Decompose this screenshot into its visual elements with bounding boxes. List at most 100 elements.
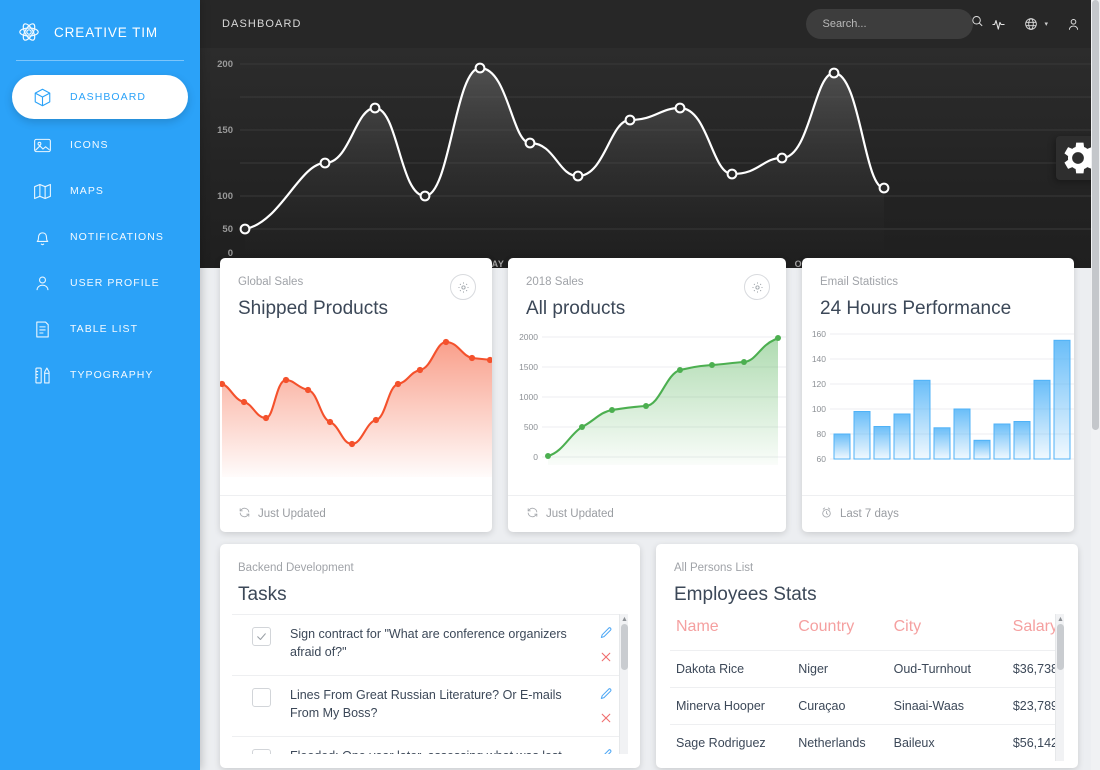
table-row[interactable]: Minerva Hooper Curaçao Sinaai-Waas $23,7… bbox=[670, 687, 1064, 725]
sidebar-item-maps[interactable]: MAPS bbox=[12, 169, 188, 213]
card-footer-text: Just Updated bbox=[546, 508, 614, 520]
svg-text:100: 100 bbox=[812, 404, 826, 414]
sidebar-item-dashboard[interactable]: DASHBOARD bbox=[12, 75, 188, 119]
card-title: Tasks bbox=[238, 584, 287, 605]
column-header-country[interactable]: Country bbox=[792, 614, 887, 651]
task-text: Sign contract for "What are conference o… bbox=[290, 627, 567, 659]
sidebar-item-table-list[interactable]: TABLE LIST bbox=[12, 307, 188, 351]
sidebar-item-icons[interactable]: ICONS bbox=[12, 123, 188, 167]
scrollbar-thumb[interactable] bbox=[621, 624, 628, 670]
cell-name: Dakota Rice bbox=[670, 650, 793, 688]
sidebar-item-label: NOTIFICATIONS bbox=[70, 231, 164, 243]
area-fill bbox=[548, 338, 778, 465]
chevron-down-icon[interactable]: ▾ bbox=[1044, 21, 1048, 28]
card-body: Sign contract for "What are conference o… bbox=[220, 608, 640, 768]
cell-city: Baileux bbox=[887, 724, 996, 761]
card-footer: Just Updated bbox=[220, 495, 492, 532]
search-icon[interactable] bbox=[970, 14, 985, 34]
page-scrollbar[interactable] bbox=[1091, 0, 1100, 770]
column-header-salary[interactable]: Salary bbox=[995, 614, 1064, 651]
pulse-icon[interactable] bbox=[987, 13, 1009, 35]
tasks-scrollbar[interactable]: ▲ bbox=[619, 614, 628, 754]
card-subtitle: All Persons List bbox=[674, 562, 754, 574]
task-checkbox-cell bbox=[232, 625, 290, 646]
page-title: DASHBOARD bbox=[222, 18, 302, 30]
search-box[interactable] bbox=[806, 9, 983, 39]
gear-icon bbox=[751, 281, 763, 293]
scrollbar-thumb[interactable] bbox=[1057, 624, 1064, 670]
edit-icon[interactable] bbox=[598, 625, 614, 641]
table-header-row: Name Country City Salary bbox=[670, 614, 1064, 651]
task-row[interactable]: Sign contract for "What are conference o… bbox=[232, 614, 628, 675]
svg-text:2000: 2000 bbox=[519, 332, 538, 342]
card-settings-button[interactable] bbox=[450, 274, 476, 300]
svg-text:80: 80 bbox=[817, 429, 827, 439]
card-header: All Persons List Employees Stats bbox=[656, 544, 1078, 608]
task-row[interactable]: Flooded: One year later, assessing what … bbox=[232, 736, 628, 754]
card-settings-button[interactable] bbox=[744, 274, 770, 300]
employees-table-wrap[interactable]: Name Country City Salary Dakota Rice Nig… bbox=[670, 614, 1064, 761]
cell-country: Curaçao bbox=[792, 687, 888, 725]
charts-row: Global Sales Shipped Products Just Updat… bbox=[220, 258, 1080, 532]
card-footer-text: Last 7 days bbox=[840, 508, 899, 520]
sidebar-nav: DASHBOARD ICONS MAPS NOTIFICATIONS USER … bbox=[0, 75, 200, 397]
scroll-up-arrow-icon[interactable]: ▲ bbox=[620, 616, 628, 623]
table-row[interactable]: Dakota Rice Niger Oud-Turnhout $36,738 bbox=[670, 650, 1064, 688]
cell-country: Niger bbox=[792, 650, 888, 688]
cell-name: Sage Rodriguez bbox=[670, 724, 793, 761]
refresh-icon bbox=[526, 506, 539, 522]
sidebar-item-user-profile[interactable]: USER PROFILE bbox=[12, 261, 188, 305]
card-body: Name Country City Salary Dakota Rice Nig… bbox=[656, 608, 1078, 768]
clock-icon bbox=[820, 506, 833, 522]
card-title: Employees Stats bbox=[674, 584, 817, 605]
card-header: 2018 Sales All products bbox=[508, 258, 786, 322]
task-checkbox[interactable] bbox=[251, 688, 271, 707]
task-checkbox[interactable] bbox=[251, 749, 271, 754]
card-body bbox=[220, 322, 492, 495]
lower-row: Backend Development Tasks Sign contract … bbox=[220, 544, 1080, 768]
hero-chart-svg: 200 150 100 50 0 JAN FEB MAR APR MAY JUN… bbox=[217, 59, 1100, 268]
card-footer: Just Updated bbox=[508, 495, 786, 532]
email-statistics-chart: 160 140 120 100 80 60 bbox=[812, 329, 1074, 464]
task-row[interactable]: Lines From Great Russian Literature? Or … bbox=[232, 675, 628, 736]
cell-city: Sinaai-Waas bbox=[887, 687, 996, 725]
brand-name: CREATIVE TIM bbox=[54, 24, 159, 40]
card-employees-stats: All Persons List Employees Stats Name Co… bbox=[656, 544, 1078, 768]
scroll-up-arrow-icon[interactable]: ▲ bbox=[1056, 616, 1064, 623]
search-input[interactable] bbox=[822, 18, 965, 30]
brand[interactable]: CREATIVE TIM bbox=[0, 8, 200, 56]
column-header-city[interactable]: City bbox=[888, 614, 995, 651]
task-checkbox[interactable] bbox=[251, 627, 271, 646]
all-products-chart: 2000 1500 1000 500 0 bbox=[519, 332, 786, 465]
column-header-name[interactable]: Name bbox=[670, 614, 792, 651]
close-icon[interactable] bbox=[598, 649, 614, 665]
card-footer: Last 7 days bbox=[802, 495, 1074, 532]
task-text: Flooded: One year later, assessing what … bbox=[290, 747, 584, 754]
refresh-icon bbox=[238, 506, 251, 522]
table-row[interactable]: Sage Rodriguez Netherlands Baileux $56,1… bbox=[670, 724, 1064, 761]
atom-icon bbox=[18, 21, 40, 43]
topbar: DASHBOARD Search... ▾ bbox=[200, 0, 1100, 48]
sidebar: CREATIVE TIM DASHBOARD ICONS MAPS NOTIFI… bbox=[0, 0, 200, 770]
card-header: Email Statistics 24 Hours Performance bbox=[802, 258, 1074, 322]
task-checkbox-cell bbox=[232, 747, 290, 754]
card-subtitle: Global Sales bbox=[238, 276, 304, 288]
close-icon[interactable] bbox=[598, 710, 614, 726]
edit-icon[interactable] bbox=[598, 747, 614, 754]
cell-country: Netherlands bbox=[792, 724, 888, 761]
account-person-icon[interactable] bbox=[1062, 13, 1084, 35]
dashboard-app: CREATIVE TIM DASHBOARD ICONS MAPS NOTIFI… bbox=[0, 0, 1100, 770]
sidebar-item-label: ICONS bbox=[70, 139, 109, 151]
svg-text:60: 60 bbox=[817, 454, 827, 464]
sidebar-item-label: DASHBOARD bbox=[70, 91, 146, 103]
edit-icon[interactable] bbox=[598, 686, 614, 702]
employees-scrollbar[interactable]: ▲ bbox=[1055, 614, 1064, 761]
sidebar-item-notifications[interactable]: NOTIFICATIONS bbox=[12, 215, 188, 259]
sidebar-item-typography[interactable]: TYPOGRAPHY bbox=[12, 353, 188, 397]
area-fill bbox=[222, 342, 492, 477]
tasks-list[interactable]: Sign contract for "What are conference o… bbox=[232, 614, 628, 754]
card-subtitle: Email Statistics bbox=[820, 276, 898, 288]
card-header: Global Sales Shipped Products bbox=[220, 258, 492, 322]
page-scrollbar-thumb[interactable] bbox=[1092, 0, 1099, 430]
globe-icon[interactable]: ▾ bbox=[1023, 13, 1048, 35]
